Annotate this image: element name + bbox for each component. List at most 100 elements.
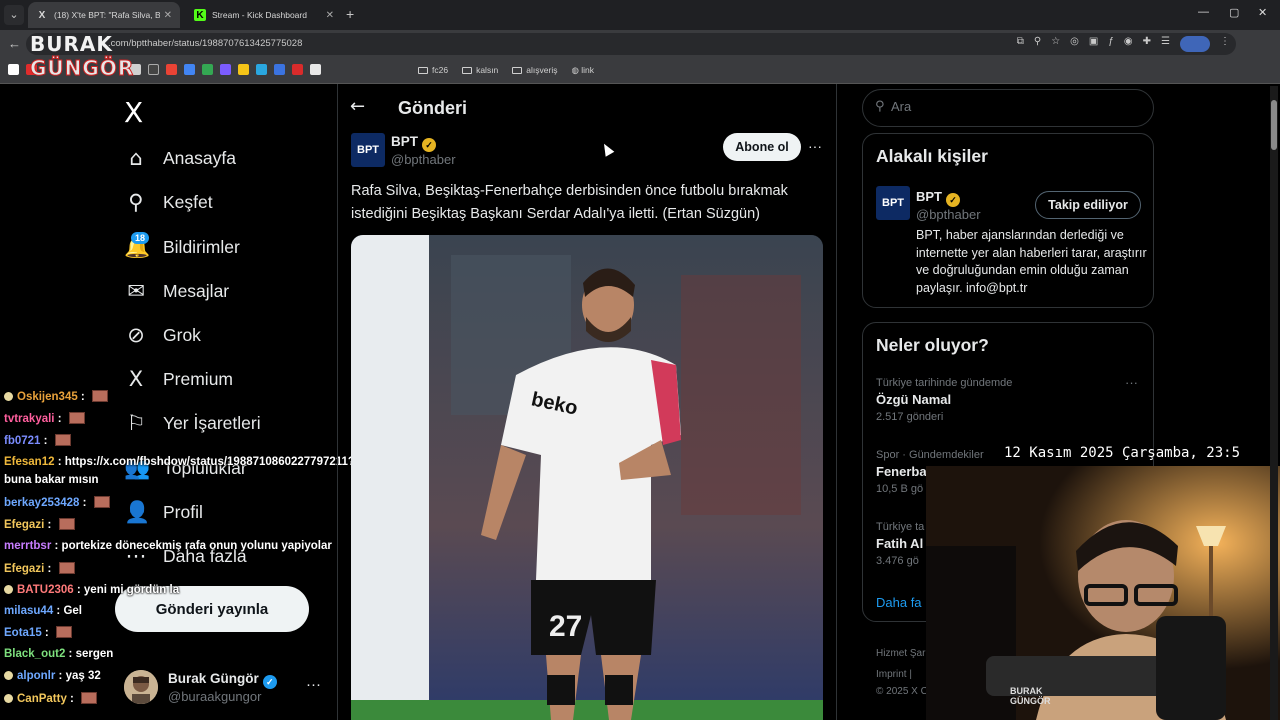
chat-username[interactable]: berkay253428 [4,497,79,509]
nav-item-mesajlar[interactable]: ✉ Mesajlar [124,279,229,303]
extensions-puzzle-icon[interactable]: ✚ [1143,36,1151,52]
omnibox[interactable]: .com/bptthaber/status/198870761342577502… [26,33,1236,55]
tab-close-icon[interactable]: ✕ [164,10,172,21]
star-icon[interactable]: ☆ [1051,36,1060,52]
trend-more-icon[interactable]: ··· [1125,375,1138,390]
nav-item-grok[interactable]: ⊘ Grok [124,323,201,347]
new-tab-button[interactable]: + [346,6,354,22]
bookmark-x-icon[interactable] [8,64,19,75]
nav-item-anasayfa[interactable]: ⌂ Anasayfa [124,146,236,170]
bookmark-steam-icon[interactable] [256,64,267,75]
bookmark-vivaldi-icon[interactable] [292,64,303,75]
chat-message: BATU2306 : yeni mi gördün la [4,584,179,596]
chat-badge-icon [4,694,13,703]
post-text: Rafa Silva, Beşiktaş-Fenerbahçe derbisin… [351,183,788,222]
profile-avatar[interactable] [1180,36,1210,52]
url-text[interactable]: .com/bptthaber/status/198870761342577502… [108,38,302,49]
bookmark-drive-icon[interactable] [202,64,213,75]
search-bar[interactable]: ⚲ [862,89,1154,127]
account-more-icon[interactable]: ··· [306,676,321,693]
nav-item-label: Bildirimler [163,237,240,257]
chat-username[interactable]: Black_out2 [4,648,65,660]
browser-menu-icon[interactable]: ⋮ [1220,36,1230,52]
following-button[interactable]: Takip ediliyor [1035,191,1141,219]
chat-username[interactable]: BATU2306 [17,584,74,596]
bookmark-translate-icon[interactable] [274,64,285,75]
bookmark-folder-fc26[interactable]: fc26 [418,65,448,76]
close-window-button[interactable]: ✕ [1258,6,1267,19]
related-handle[interactable]: @bpthaber [916,207,981,222]
footer-link[interactable]: Hizmet Şar [876,648,925,659]
trend-item[interactable]: Türkiye tarihinde gündemde Özgü Namal 2.… [876,377,1012,423]
bookmark-gmail-icon[interactable] [166,64,177,75]
tab-close-icon[interactable]: ✕ [326,10,334,21]
related-avatar[interactable]: BPT [876,186,910,220]
stream-logo-overlay: BURAK GÜNGÖR [30,32,134,84]
bookmark-link[interactable]: ◍ link [571,65,594,76]
chat-emote-icon [68,412,85,424]
reading-list-icon[interactable]: ☰ [1161,36,1170,52]
chat-username[interactable]: tvtrakyali [4,413,55,425]
chat-separator: : [51,540,62,552]
bookmark-imdb-icon[interactable] [238,64,249,75]
install-app-icon[interactable]: ⧉ [1017,36,1024,52]
x-logo-icon[interactable]: X [124,96,143,129]
chat-username[interactable]: Oskijen345 [17,391,78,403]
chat-username[interactable]: milasu44 [4,605,53,617]
maximize-button[interactable]: ▢ [1229,6,1239,19]
chat-username[interactable]: Efegazi [4,563,44,575]
chat-username[interactable]: fb0721 [4,435,40,447]
account-name: Burak Güngör ✓ [168,671,277,689]
author-avatar[interactable]: BPT [351,133,385,167]
folder-icon [512,67,523,74]
nav-item-yer-i-aretleri[interactable]: ⚐ Yer İşaretleri [124,411,261,435]
extension-font-icon[interactable]: ƒ [1108,36,1114,52]
chat-separator: : [53,605,64,617]
chat-message: Efegazi : [4,518,75,531]
page-scrollbar[interactable] [1270,86,1278,720]
post-photo[interactable]: beko 27 [351,235,823,720]
subscribe-button[interactable]: Abone ol [723,133,801,161]
nav-item-profil[interactable]: 👤 Profil [124,500,203,525]
tab-x-post[interactable]: X (18) X'te BPT: "Rafa Silva, Beşikt ✕ [28,2,180,28]
related-name[interactable]: BPT ✓ [916,189,960,207]
extension-image-icon[interactable]: ▣ [1089,36,1098,52]
chat-username[interactable]: Efesan12 [4,456,55,468]
bookmark-folder-kalsin[interactable]: kalsın [462,65,498,76]
nav-item-label: Grok [163,324,201,345]
nav-item-premium[interactable]: X Premium [124,367,233,391]
chat-separator: : [73,584,84,596]
extension-camera-icon[interactable]: ◉ [1124,36,1133,52]
chat-username[interactable]: Efegazi [4,519,44,531]
chat-username[interactable]: Eota15 [4,627,42,639]
extension-glasses-icon[interactable]: ◎ [1070,36,1079,52]
tab-label: (18) X'te BPT: "Rafa Silva, Beşikt [54,10,160,20]
chat-username[interactable]: merrtbsr [4,540,51,552]
chat-separator: : [65,648,76,660]
search-input[interactable] [891,99,1131,114]
zoom-icon[interactable]: ⚲ [1034,36,1041,52]
avatar [124,670,158,704]
post-more-icon[interactable]: ··· [808,138,822,154]
nav-item-ke-fet[interactable]: ⚲ Keşfet [124,190,212,214]
bookmark-docs-icon[interactable] [184,64,195,75]
show-more-link[interactable]: Daha fa [876,595,922,610]
minimize-button[interactable]: — [1198,6,1209,18]
author-handle[interactable]: @bpthaber [391,152,456,167]
folder-icon [418,67,428,74]
browser-back-icon[interactable]: ← [8,36,21,51]
footer-link[interactable]: Imprint | [876,669,912,680]
chat-username[interactable]: CanPatty [17,693,67,705]
tab-search-dropdown[interactable]: ⌄ [4,5,24,25]
bookmark-twitch-icon[interactable] [220,64,231,75]
bookmark-kick-icon[interactable] [148,64,159,75]
bookmark-page-icon[interactable] [310,64,321,75]
back-arrow-icon[interactable]: ← [350,96,365,117]
tab-kick-dashboard[interactable]: K Stream - Kick Dashboard ✕ [186,2,342,28]
chat-username[interactable]: alponlr [17,670,55,682]
author-name[interactable]: BPT ✓ [391,134,436,152]
trend-item[interactable]: Türkiye ta Fatih Al 3.476 gö [876,521,924,567]
grok-icon: ⊘ [127,323,145,347]
scrollbar-thumb[interactable] [1271,100,1277,150]
bookmark-folder-alisveris[interactable]: alışveriş [512,65,557,76]
